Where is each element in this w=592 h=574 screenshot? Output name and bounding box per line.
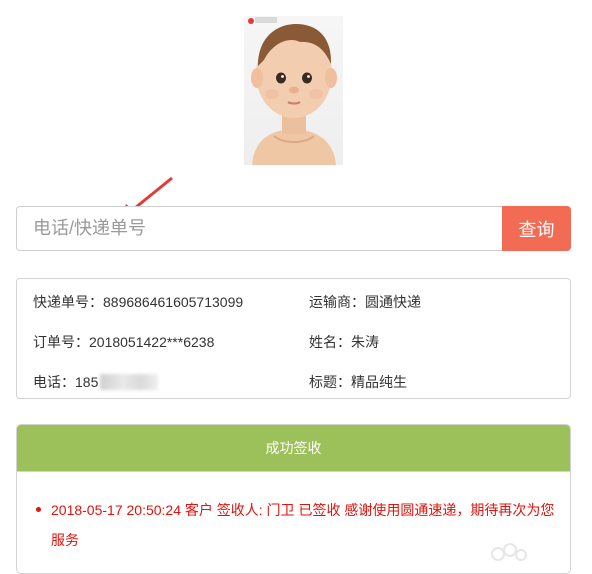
product-photo	[244, 16, 343, 165]
order-number: 订单号：2018051422***6238	[33, 334, 215, 350]
phone-number: 电话：185	[33, 372, 159, 392]
phone-prefix: 电话：185	[33, 374, 99, 390]
search-button[interactable]: 查询	[502, 206, 571, 251]
search-bar: 查询	[16, 206, 571, 251]
search-input[interactable]	[16, 206, 502, 251]
watermark-icon	[491, 543, 527, 561]
recipient-name: 姓名：朱涛	[309, 334, 379, 350]
baby-image	[251, 24, 337, 165]
shipment-info-panel: 快递单号：889686461605713099 运输商：圆通快递 订单号：201…	[16, 278, 571, 399]
product-title: 标题：精品纯生	[309, 374, 407, 390]
photo-logo-text	[255, 17, 277, 23]
tracking-number: 快递单号：889686461605713099	[33, 294, 244, 310]
status-header: 成功签收	[17, 425, 570, 472]
photo-logo-icon	[248, 18, 254, 24]
phone-redacted-blur	[100, 374, 159, 390]
carrier: 运输商：圆通快递	[309, 294, 421, 310]
